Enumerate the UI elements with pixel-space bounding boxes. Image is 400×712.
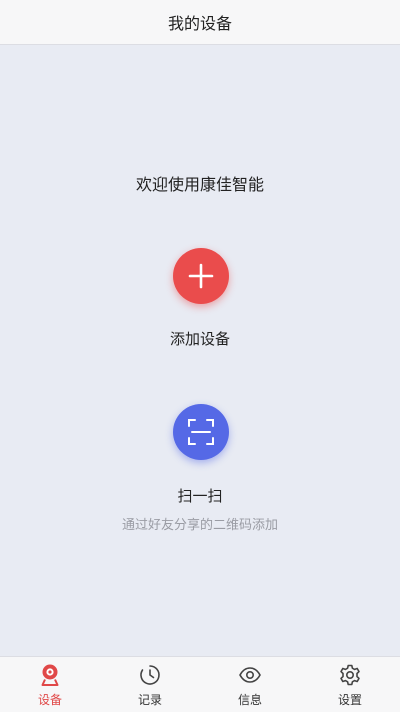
bottom-tab-bar: 设备 记录 信息 设置 (0, 656, 400, 712)
gear-icon (340, 664, 360, 686)
page-title: 我的设备 (167, 14, 232, 33)
scan-description: 通过好友分享的二维码添加 (121, 518, 278, 533)
tab-records[interactable]: 记录 (100, 657, 200, 712)
add-device-label[interactable]: 添加设备 (0, 328, 400, 349)
scan-button[interactable] (173, 404, 229, 460)
scan-icon (188, 419, 214, 445)
plus-icon (188, 263, 214, 289)
tab-label: 设置 (337, 693, 362, 707)
tab-messages[interactable]: 信息 (200, 657, 300, 712)
tab-devices[interactable]: 设备 (0, 657, 100, 712)
top-bar: 我的设备 (0, 0, 400, 45)
eye-icon (239, 667, 261, 683)
tab-label: 信息 (237, 693, 262, 707)
tab-settings[interactable]: 设置 (300, 657, 400, 712)
camera-pin-icon (41, 664, 59, 686)
welcome-text: 欢迎使用康佳智能 (135, 175, 264, 194)
tab-label: 设备 (37, 693, 62, 707)
clock-icon (140, 665, 160, 685)
tab-label: 记录 (137, 693, 162, 707)
main-content: 欢迎使用康佳智能 添加设备 扫一扫 通过好友分享的二维码添加 (0, 45, 400, 656)
add-device-button[interactable] (173, 248, 229, 304)
scan-label[interactable]: 扫一扫 (0, 485, 400, 506)
